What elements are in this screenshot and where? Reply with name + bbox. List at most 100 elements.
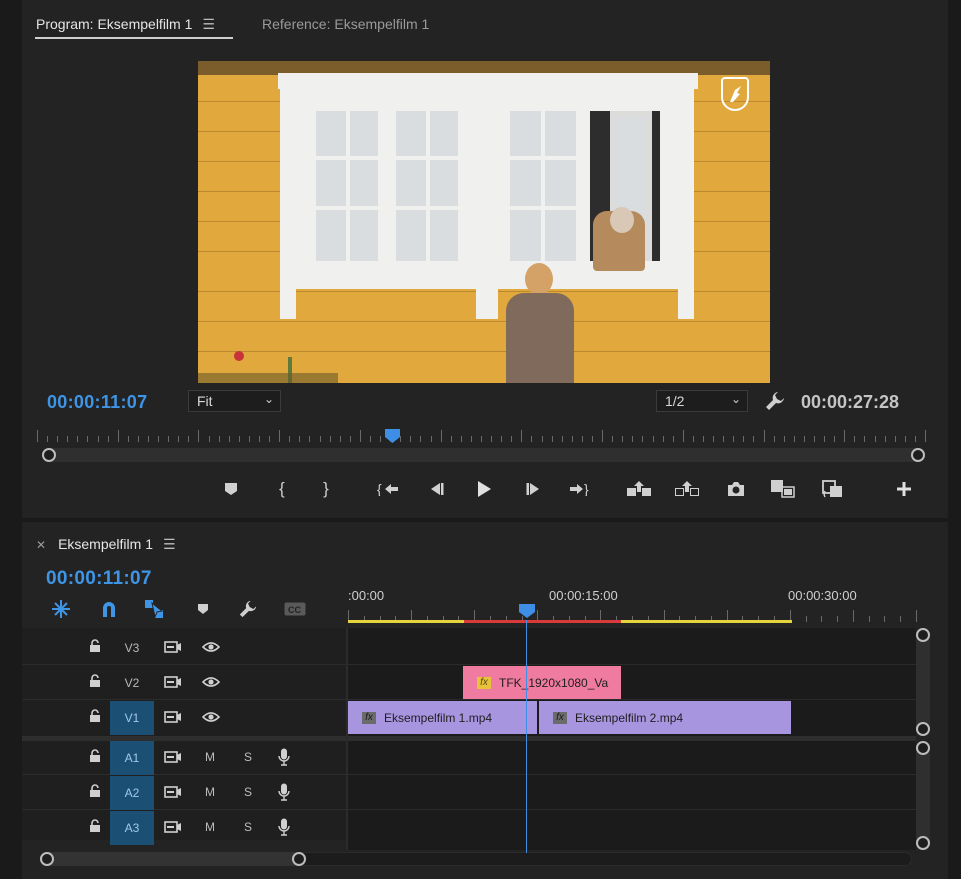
step-back-button[interactable] [423, 476, 449, 502]
mark-in-button[interactable]: { [269, 476, 295, 502]
window-muntin [316, 206, 458, 210]
clip-video-v1[interactable]: fx Eksempelfilm 1.mp4 [348, 701, 537, 734]
go-to-in-button[interactable]: { [375, 476, 401, 502]
scroll-handle-right[interactable] [911, 448, 925, 462]
linked-selection-icon[interactable] [143, 598, 165, 620]
solo-button[interactable]: S [240, 750, 256, 764]
sync-lock-icon[interactable] [164, 710, 182, 724]
mark-out-button[interactable]: } [313, 476, 339, 502]
step-forward-button[interactable] [521, 476, 547, 502]
tab-program-monitor[interactable]: Program: Eksempelfilm 1 ☰ [36, 16, 215, 33]
scroll-handle-top[interactable] [916, 628, 930, 642]
track-label-v2[interactable]: V2 [110, 666, 154, 700]
toggle-output-eye-icon[interactable] [202, 711, 220, 723]
lock-track-icon[interactable] [88, 709, 102, 723]
solo-button[interactable]: S [240, 785, 256, 799]
ruler-tick [806, 616, 807, 622]
ruler-tick [915, 436, 916, 442]
timeline-panel: ✕ Eksempelfilm 1 ☰ 00:00:11:07 CC :00:00 0… [22, 522, 948, 879]
scroll-handle-right[interactable] [292, 852, 306, 866]
track-separator [22, 699, 916, 700]
snap-magnet-icon[interactable] [98, 598, 120, 620]
playback-resolution-dropdown[interactable]: 1/2 ⌄ [656, 390, 748, 412]
button-editor-plus-icon[interactable] [891, 476, 917, 502]
insert-button[interactable] [770, 476, 796, 502]
tab-reference-monitor[interactable]: Reference: Eksempelfilm 1 [262, 16, 429, 32]
lock-track-icon[interactable] [88, 784, 102, 798]
monitor-time-ruler[interactable] [37, 428, 926, 448]
play-button[interactable] [471, 476, 497, 502]
program-duration: 00:00:27:28 [801, 392, 900, 412]
close-icon[interactable]: ✕ [36, 538, 46, 552]
sync-lock-icon[interactable] [164, 640, 182, 654]
mute-button[interactable]: M [202, 750, 218, 764]
ruler-tick [713, 436, 714, 442]
go-to-out-button[interactable]: } [567, 476, 593, 502]
ruler-tick [804, 436, 805, 442]
solo-button[interactable]: S [240, 820, 256, 834]
scroll-handle-bottom[interactable] [916, 836, 930, 850]
wrench-settings-icon[interactable] [764, 390, 786, 412]
sync-lock-icon[interactable] [164, 785, 182, 799]
scroll-handle-left[interactable] [40, 852, 54, 866]
lock-track-icon[interactable] [88, 819, 102, 833]
export-frame-camera-icon[interactable] [723, 476, 749, 502]
mute-button[interactable]: M [202, 820, 218, 834]
monitor-zoom-scrollbar[interactable] [42, 448, 925, 462]
tab-program-label: Program: Eksempelfilm 1 [36, 16, 193, 32]
voiceover-mic-icon[interactable] [277, 783, 291, 801]
lock-track-icon[interactable] [88, 749, 102, 763]
add-marker-icon[interactable] [192, 598, 214, 620]
ruler-tick [853, 610, 854, 622]
nest-sequence-icon[interactable] [50, 598, 72, 620]
ruler-tick [138, 436, 139, 442]
timeline-playhead[interactable] [519, 604, 535, 618]
sync-lock-icon[interactable] [164, 820, 182, 834]
scroll-handle-left[interactable] [42, 448, 56, 462]
track-label-a1[interactable]: A1 [110, 741, 154, 775]
ruler-tick [67, 436, 68, 442]
timeline-current-timecode[interactable]: 00:00:11:07 [46, 568, 152, 590]
voiceover-mic-icon[interactable] [277, 818, 291, 836]
clip-video-v1[interactable]: fx Eksempelfilm 2.mp4 [539, 701, 791, 734]
panel-menu-icon[interactable]: ☰ [163, 536, 176, 553]
track-label-v1[interactable]: V1 [110, 701, 154, 735]
ruler-tick [249, 436, 250, 442]
monitor-playhead[interactable] [385, 429, 400, 443]
grass [198, 373, 338, 383]
video-preview[interactable] [198, 61, 770, 383]
toggle-output-eye-icon[interactable] [202, 641, 220, 653]
mute-button[interactable]: M [202, 785, 218, 799]
ruler-tick [900, 616, 901, 622]
lock-track-icon[interactable] [88, 639, 102, 653]
sync-lock-icon[interactable] [164, 750, 182, 764]
clip-graphic-v2[interactable]: fx TFK_1920x1080_Va [463, 666, 621, 699]
window-muntin [346, 111, 350, 261]
toggle-output-eye-icon[interactable] [202, 676, 220, 688]
captions-icon[interactable]: CC [284, 598, 306, 620]
track-separator [22, 664, 916, 665]
track-label-v3[interactable]: V3 [110, 631, 154, 665]
audio-tracks-area[interactable] [348, 741, 916, 850]
audio-tracks-scrollbar[interactable] [916, 741, 930, 850]
overwrite-button[interactable] [820, 476, 846, 502]
scroll-handle-top[interactable] [916, 741, 930, 755]
panel-menu-icon[interactable]: ☰ [202, 16, 215, 33]
video-tracks-scrollbar[interactable] [916, 628, 930, 736]
program-current-timecode[interactable]: 00:00:11:07 [47, 392, 147, 413]
wrench-settings-icon[interactable] [237, 598, 259, 620]
tab-sequence[interactable]: ✕ Eksempelfilm 1 ☰ [36, 536, 176, 553]
track-label-a3[interactable]: A3 [110, 811, 154, 845]
extract-button[interactable] [674, 476, 700, 502]
zoom-level-value: Fit [197, 393, 213, 409]
lock-track-icon[interactable] [88, 674, 102, 688]
voiceover-mic-icon[interactable] [277, 748, 291, 766]
zoom-level-dropdown[interactable]: Fit ⌄ [188, 390, 281, 412]
ruler-tick [663, 436, 664, 442]
timeline-zoom-scrollbar[interactable] [40, 852, 306, 866]
track-label-a2[interactable]: A2 [110, 776, 154, 810]
sync-lock-icon[interactable] [164, 675, 182, 689]
scroll-handle-bottom[interactable] [916, 722, 930, 736]
lift-button[interactable] [626, 476, 652, 502]
add-marker-button[interactable] [218, 476, 244, 502]
